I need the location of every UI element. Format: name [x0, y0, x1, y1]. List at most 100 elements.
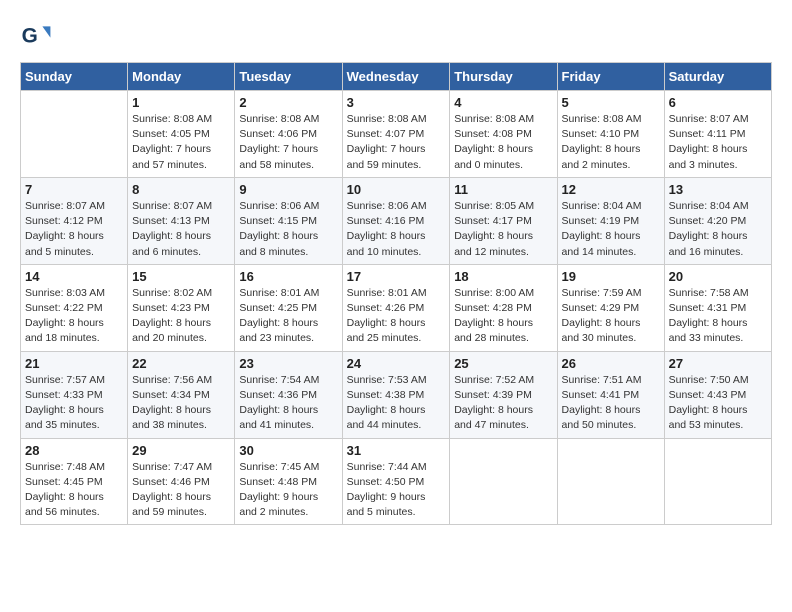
svg-text:G: G [22, 24, 38, 47]
day-header-friday: Friday [557, 63, 664, 91]
day-info: Sunrise: 8:04 AMSunset: 4:20 PMDaylight:… [669, 199, 767, 260]
calendar-cell: 3 Sunrise: 8:08 AMSunset: 4:07 PMDaylight… [342, 91, 450, 178]
calendar-week-row: 21 Sunrise: 7:57 AMSunset: 4:33 PMDayligh… [21, 351, 772, 438]
calendar-cell: 15Sunrise: 8:02 AMSunset: 4:23 PMDayligh… [128, 264, 235, 351]
day-number: 18 [454, 269, 552, 284]
day-number: 1 [132, 95, 230, 110]
day-number: 10 [347, 182, 446, 197]
calendar-cell: 16 Sunrise: 8:01 AMSunset: 4:25 PMDayligh… [235, 264, 342, 351]
calendar-cell [557, 438, 664, 525]
day-info: Sunrise: 8:05 AMSunset: 4:17 PMDaylight:… [454, 199, 552, 260]
calendar-cell: 9Sunrise: 8:06 AMSunset: 4:15 PMDaylight… [235, 177, 342, 264]
calendar-cell [21, 91, 128, 178]
calendar-header-row: SundayMondayTuesdayWednesdayThursdayFrid… [21, 63, 772, 91]
day-info: Sunrise: 8:03 AMSunset: 4:22 PMDaylight:… [25, 286, 123, 347]
calendar-cell: 26 Sunrise: 7:51 AMSunset: 4:41 PMDayligh… [557, 351, 664, 438]
day-number: 19 [562, 269, 660, 284]
calendar-cell: 20 Sunrise: 7:58 AMSunset: 4:31 PMDayligh… [664, 264, 771, 351]
day-number: 24 [347, 356, 446, 371]
calendar-cell: 27Sunrise: 7:50 AMSunset: 4:43 PMDayligh… [664, 351, 771, 438]
day-info: Sunrise: 7:56 AMSunset: 4:34 PMDaylight:… [132, 373, 230, 434]
calendar-week-row: 7Sunrise: 8:07 AMSunset: 4:12 PMDaylight… [21, 177, 772, 264]
day-info: Sunrise: 7:58 AMSunset: 4:31 PMDaylight:… [669, 286, 767, 347]
day-info: Sunrise: 7:52 AMSunset: 4:39 PMDaylight:… [454, 373, 552, 434]
calendar-cell: 7Sunrise: 8:07 AMSunset: 4:12 PMDaylight… [21, 177, 128, 264]
calendar-cell: 21 Sunrise: 7:57 AMSunset: 4:33 PMDayligh… [21, 351, 128, 438]
day-info: Sunrise: 7:54 AMSunset: 4:36 PMDaylight:… [239, 373, 337, 434]
calendar-table: SundayMondayTuesdayWednesdayThursdayFrid… [20, 62, 772, 525]
day-info: Sunrise: 7:48 AMSunset: 4:45 PMDaylight:… [25, 460, 123, 521]
calendar-cell: 5 Sunrise: 8:08 AMSunset: 4:10 PMDaylight… [557, 91, 664, 178]
day-number: 20 [669, 269, 767, 284]
day-info: Sunrise: 8:07 AMSunset: 4:12 PMDaylight:… [25, 199, 123, 260]
calendar-week-row: 28Sunrise: 7:48 AMSunset: 4:45 PMDayligh… [21, 438, 772, 525]
calendar-cell [664, 438, 771, 525]
calendar-cell: 11 Sunrise: 8:05 AMSunset: 4:17 PMDayligh… [450, 177, 557, 264]
day-number: 17 [347, 269, 446, 284]
calendar-cell: 22 Sunrise: 7:56 AMSunset: 4:34 PMDayligh… [128, 351, 235, 438]
day-info: Sunrise: 8:01 AMSunset: 4:25 PMDaylight:… [239, 286, 337, 347]
calendar-cell: 14 Sunrise: 8:03 AMSunset: 4:22 PMDayligh… [21, 264, 128, 351]
day-number: 21 [25, 356, 123, 371]
day-info: Sunrise: 7:59 AMSunset: 4:29 PMDaylight:… [562, 286, 660, 347]
day-number: 30 [239, 443, 337, 458]
calendar-cell: 19 Sunrise: 7:59 AMSunset: 4:29 PMDayligh… [557, 264, 664, 351]
day-number: 11 [454, 182, 552, 197]
day-number: 26 [562, 356, 660, 371]
calendar-cell: 24 Sunrise: 7:53 AMSunset: 4:38 PMDayligh… [342, 351, 450, 438]
calendar-cell: 10Sunrise: 8:06 AMSunset: 4:16 PMDayligh… [342, 177, 450, 264]
day-number: 31 [347, 443, 446, 458]
day-info: Sunrise: 8:08 AMSunset: 4:07 PMDaylight:… [347, 112, 446, 173]
day-header-monday: Monday [128, 63, 235, 91]
day-number: 16 [239, 269, 337, 284]
day-number: 14 [25, 269, 123, 284]
calendar-cell: 12 Sunrise: 8:04 AMSunset: 4:19 PMDayligh… [557, 177, 664, 264]
day-header-saturday: Saturday [664, 63, 771, 91]
day-number: 6 [669, 95, 767, 110]
day-info: Sunrise: 8:08 AMSunset: 4:10 PMDaylight:… [562, 112, 660, 173]
day-number: 22 [132, 356, 230, 371]
day-info: Sunrise: 7:45 AMSunset: 4:48 PMDaylight:… [239, 460, 337, 521]
page-header: G [20, 20, 772, 52]
calendar-cell: 2 Sunrise: 8:08 AMSunset: 4:06 PMDaylight… [235, 91, 342, 178]
calendar-cell: 6 Sunrise: 8:07 AMSunset: 4:11 PMDaylight… [664, 91, 771, 178]
day-header-thursday: Thursday [450, 63, 557, 91]
day-number: 2 [239, 95, 337, 110]
calendar-week-row: 14 Sunrise: 8:03 AMSunset: 4:22 PMDayligh… [21, 264, 772, 351]
day-info: Sunrise: 8:04 AMSunset: 4:19 PMDaylight:… [562, 199, 660, 260]
calendar-cell: 1 Sunrise: 8:08 AMSunset: 4:05 PMDaylight… [128, 91, 235, 178]
day-info: Sunrise: 7:51 AMSunset: 4:41 PMDaylight:… [562, 373, 660, 434]
calendar-cell [450, 438, 557, 525]
day-info: Sunrise: 8:07 AMSunset: 4:11 PMDaylight:… [669, 112, 767, 173]
day-info: Sunrise: 8:08 AMSunset: 4:08 PMDaylight:… [454, 112, 552, 173]
calendar-cell: 13 Sunrise: 8:04 AMSunset: 4:20 PMDayligh… [664, 177, 771, 264]
day-info: Sunrise: 8:06 AMSunset: 4:15 PMDaylight:… [239, 199, 337, 260]
day-info: Sunrise: 7:57 AMSunset: 4:33 PMDaylight:… [25, 373, 123, 434]
day-number: 13 [669, 182, 767, 197]
calendar-cell: 23 Sunrise: 7:54 AMSunset: 4:36 PMDayligh… [235, 351, 342, 438]
day-info: Sunrise: 8:00 AMSunset: 4:28 PMDaylight:… [454, 286, 552, 347]
calendar-cell: 25 Sunrise: 7:52 AMSunset: 4:39 PMDayligh… [450, 351, 557, 438]
logo: G [20, 20, 56, 52]
day-header-wednesday: Wednesday [342, 63, 450, 91]
logo-icon: G [20, 20, 52, 52]
day-info: Sunrise: 7:44 AMSunset: 4:50 PMDaylight:… [347, 460, 446, 521]
day-info: Sunrise: 8:01 AMSunset: 4:26 PMDaylight:… [347, 286, 446, 347]
day-number: 25 [454, 356, 552, 371]
day-number: 12 [562, 182, 660, 197]
day-info: Sunrise: 7:47 AMSunset: 4:46 PMDaylight:… [132, 460, 230, 521]
calendar-cell: 31 Sunrise: 7:44 AMSunset: 4:50 PMDayligh… [342, 438, 450, 525]
day-header-tuesday: Tuesday [235, 63, 342, 91]
day-number: 3 [347, 95, 446, 110]
day-info: Sunrise: 7:53 AMSunset: 4:38 PMDaylight:… [347, 373, 446, 434]
calendar-cell: 17 Sunrise: 8:01 AMSunset: 4:26 PMDayligh… [342, 264, 450, 351]
day-info: Sunrise: 8:08 AMSunset: 4:05 PMDaylight:… [132, 112, 230, 173]
day-number: 23 [239, 356, 337, 371]
day-info: Sunrise: 8:08 AMSunset: 4:06 PMDaylight:… [239, 112, 337, 173]
calendar-cell: 28Sunrise: 7:48 AMSunset: 4:45 PMDayligh… [21, 438, 128, 525]
day-number: 5 [562, 95, 660, 110]
calendar-week-row: 1 Sunrise: 8:08 AMSunset: 4:05 PMDaylight… [21, 91, 772, 178]
day-number: 15 [132, 269, 230, 284]
calendar-cell: 4Sunrise: 8:08 AMSunset: 4:08 PMDaylight… [450, 91, 557, 178]
day-number: 27 [669, 356, 767, 371]
